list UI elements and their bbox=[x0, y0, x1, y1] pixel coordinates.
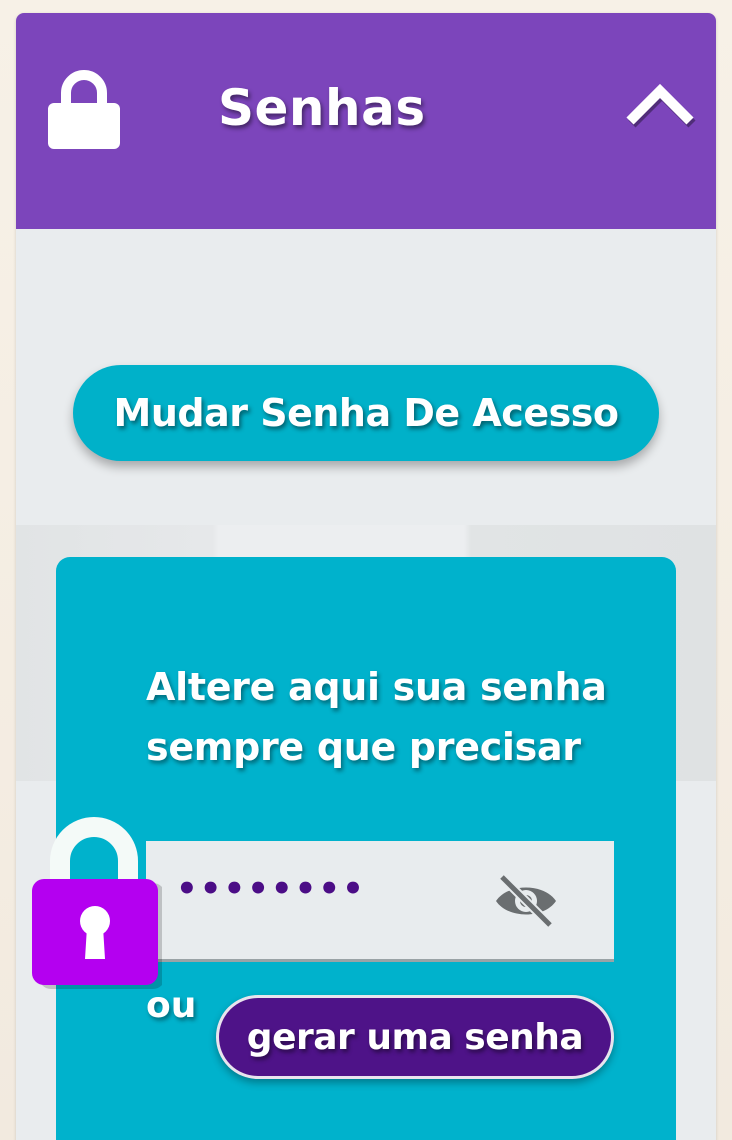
change-password-button[interactable]: Mudar Senha De Acesso bbox=[73, 365, 659, 461]
passwords-panel: Senhas Mudar Senha De Acesso Altere aqui… bbox=[16, 13, 716, 1140]
generate-password-button[interactable]: gerar uma senha bbox=[216, 995, 614, 1079]
chevron-up-icon[interactable] bbox=[620, 75, 700, 135]
page-title: Senhas bbox=[218, 79, 426, 137]
eye-off-icon[interactable] bbox=[492, 871, 560, 931]
panel-body: Mudar Senha De Acesso Altere aqui sua se… bbox=[16, 229, 716, 1140]
panel-header[interactable]: Senhas bbox=[16, 13, 716, 229]
or-label: ou bbox=[146, 985, 197, 1026]
lock-icon bbox=[48, 70, 120, 149]
password-value: •••••••• bbox=[176, 869, 366, 909]
page: Senhas Mudar Senha De Acesso Altere aqui… bbox=[0, 0, 732, 1140]
password-field[interactable]: •••••••• bbox=[146, 841, 614, 962]
padlock-icon bbox=[32, 817, 162, 989]
card-heading: Altere aqui sua senha sempre que precisa… bbox=[146, 665, 607, 769]
change-password-card: Altere aqui sua senha sempre que precisa… bbox=[32, 557, 676, 1140]
